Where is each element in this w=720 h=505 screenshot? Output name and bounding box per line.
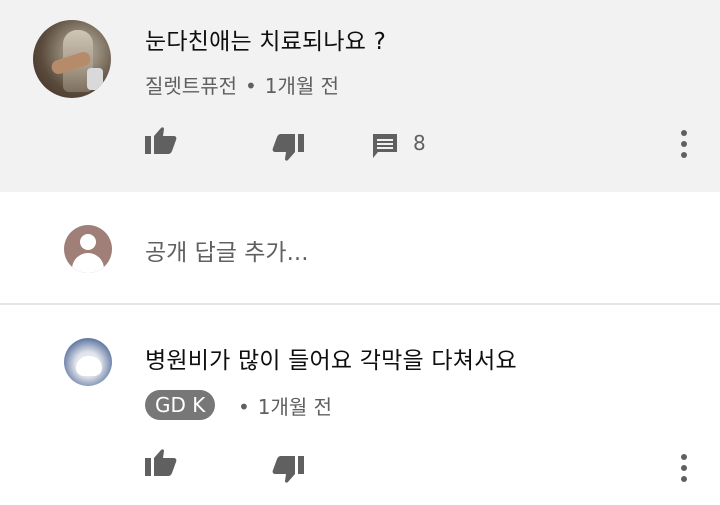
comment-author[interactable]: 질렛트퓨전	[145, 74, 237, 98]
avatar[interactable]	[33, 20, 111, 98]
more-options-button[interactable]	[680, 453, 688, 483]
comment-meta: 질렛트퓨전 • 1개월 전	[145, 70, 339, 99]
divider	[0, 303, 720, 305]
add-reply-input[interactable]: 공개 답글 추가...	[145, 233, 309, 267]
avatar[interactable]	[64, 338, 112, 386]
meta-separator: •	[238, 395, 250, 419]
thumbs-down-icon	[272, 134, 304, 161]
avatar-body	[72, 253, 104, 273]
thumbs-up-icon	[145, 127, 177, 154]
highlighted-comment: 눈다친애는 치료되나요 ? 질렛트퓨전 • 1개월 전 8	[0, 0, 720, 192]
reply-button[interactable]	[371, 132, 399, 160]
comments-page: 눈다친애는 치료되나요 ? 질렛트퓨전 • 1개월 전 8 공개 답글 추가..…	[0, 0, 720, 505]
user-avatar	[64, 225, 112, 273]
avatar-cat	[76, 356, 102, 376]
comment-time: 1개월 전	[257, 395, 333, 419]
comment-text: 눈다친애는 치료되나요 ?	[145, 29, 387, 55]
comment-meta: • 1개월 전	[230, 391, 332, 420]
author-badge[interactable]: GD K	[145, 390, 216, 420]
thumbs-down-icon	[272, 456, 304, 483]
comment-time: 1개월 전	[264, 74, 340, 98]
dislike-button[interactable]	[272, 134, 304, 162]
dislike-button[interactable]	[272, 456, 304, 484]
reply-count: 8	[413, 131, 426, 155]
more-vert-icon	[681, 454, 687, 482]
like-button[interactable]	[145, 448, 177, 476]
meta-separator: •	[245, 74, 257, 98]
comment-text: 병원비가 많이 들어요 각막을 다쳐서요	[145, 348, 517, 374]
avatar-head	[80, 234, 96, 250]
more-vert-icon	[681, 130, 687, 158]
avatar-weight	[87, 68, 103, 90]
more-options-button[interactable]	[680, 129, 688, 159]
like-button[interactable]	[145, 126, 177, 154]
thumbs-up-icon	[145, 449, 177, 476]
comment-icon	[373, 134, 397, 158]
